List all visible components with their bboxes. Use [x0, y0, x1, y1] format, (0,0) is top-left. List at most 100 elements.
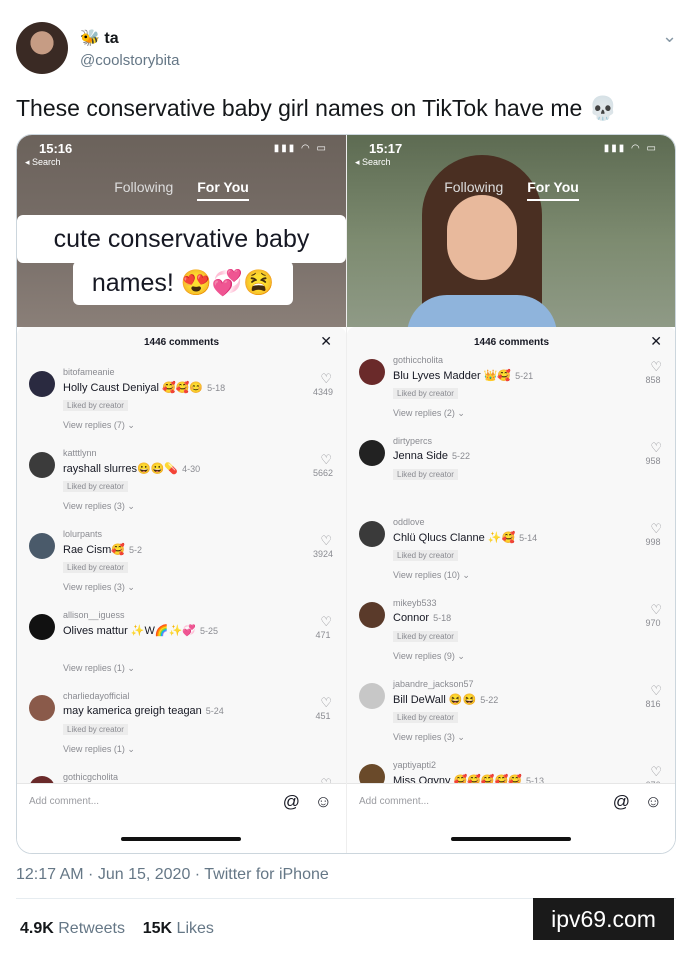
- comment-username[interactable]: jabandre_jackson57: [393, 679, 474, 689]
- watermark: ipv69.com: [533, 898, 674, 940]
- comment-item: allison__iguess Olives mattur ✨W🌈✨💞 5-25 Vi…: [17, 610, 346, 694]
- comments-title: 1446 comments: [473, 337, 550, 348]
- status-time: 15:17: [369, 141, 403, 156]
- back-search-link[interactable]: ◂ Search: [355, 157, 391, 168]
- close-icon[interactable]: ✕: [650, 333, 662, 350]
- home-indicator: [451, 837, 571, 841]
- status-time: 15:16: [39, 141, 73, 156]
- close-icon[interactable]: ✕: [320, 333, 332, 350]
- mention-icon[interactable]: @: [283, 792, 300, 812]
- heart-icon[interactable]: ♡: [320, 533, 332, 549]
- comment-text: Chlü Qlucs Clanne ✨🥰 5-14: [393, 532, 538, 544]
- comment-text: rayshall slurres😀😀💊 4-30: [63, 463, 201, 475]
- feed-tabs: Following For You: [17, 179, 346, 201]
- comment-like-count: 970: [645, 618, 661, 628]
- commenter-avatar[interactable]: [29, 614, 55, 640]
- comment-username[interactable]: gothicgcholita: [63, 772, 118, 782]
- comment-text: Olives mattur ✨W🌈✨💞 5-25: [63, 625, 219, 637]
- comment-username[interactable]: oddlove: [393, 517, 425, 527]
- view-replies-link[interactable]: View replies (9) ⌄: [393, 651, 465, 662]
- comment-item: jabandre_jackson57 Bill DeWall 😆😆 5-22 Like…: [347, 679, 675, 763]
- view-replies-link[interactable]: View replies (10) ⌄: [393, 570, 470, 581]
- tab-following[interactable]: Following: [114, 179, 173, 195]
- heart-icon[interactable]: ♡: [650, 602, 662, 618]
- view-replies-link[interactable]: View replies (3) ⌄: [393, 732, 465, 743]
- likes-link[interactable]: 15K Likes: [143, 920, 214, 937]
- comment-username[interactable]: lolurpants: [63, 529, 102, 539]
- add-comment-input[interactable]: Add comment...: [359, 796, 429, 807]
- comment-username[interactable]: katttlynn: [63, 448, 97, 458]
- tab-for-you[interactable]: For You: [527, 179, 579, 201]
- user-avatar[interactable]: [16, 22, 68, 74]
- comment-like-count: 471: [315, 630, 331, 640]
- tab-for-you[interactable]: For You: [197, 179, 249, 201]
- tweet-timestamp[interactable]: 12:17 AM · Jun 15, 2020 · Twitter for iP…: [16, 866, 329, 884]
- heart-icon[interactable]: ♡: [650, 521, 662, 537]
- commenter-avatar[interactable]: [29, 371, 55, 397]
- tweet-media[interactable]: 15:16 ▮▮▮ ◠ ▭ ◂ Search Following For You…: [16, 134, 676, 854]
- comment-date: 5-18: [433, 613, 452, 623]
- liked-by-creator-badge: Liked by creator: [63, 724, 128, 735]
- display-name[interactable]: 🐝 ta: [80, 28, 119, 48]
- video-caption-line2: names! 😍💞😫: [73, 261, 293, 305]
- heart-icon[interactable]: ♡: [320, 452, 332, 468]
- comment-item: gothiccholita Blu Lyves Madder 👑🥰 5-21 Like…: [347, 355, 675, 439]
- comment-text: Holly Caust Deniyal 🥰🥰😊 5-18: [63, 382, 226, 394]
- view-replies-link[interactable]: View replies (3) ⌄: [63, 582, 135, 593]
- emoji-icon[interactable]: ☺: [645, 792, 662, 812]
- add-comment-input[interactable]: Add comment...: [29, 796, 99, 807]
- comment-date: 5-2: [128, 545, 142, 555]
- view-replies-link[interactable]: View replies (3) ⌄: [63, 501, 135, 512]
- comment-date: 4-30: [182, 464, 201, 474]
- bee-icon: 🐝: [80, 30, 100, 47]
- comment-username[interactable]: mikeyb533: [393, 598, 437, 608]
- comment-item: katttlynn rayshall slurres😀😀💊 4-30 Liked by…: [17, 448, 346, 532]
- retweets-link[interactable]: 4.9K Retweets: [20, 920, 125, 937]
- liked-by-creator-badge: Liked by creator: [63, 562, 128, 573]
- view-replies-link[interactable]: View replies (7) ⌄: [63, 420, 135, 431]
- view-replies-link[interactable]: View replies (2) ⌄: [393, 408, 465, 419]
- commenter-avatar[interactable]: [359, 683, 385, 709]
- commenter-avatar[interactable]: [359, 359, 385, 385]
- liked-by-creator-badge: Liked by creator: [393, 388, 458, 399]
- commenter-avatar[interactable]: [29, 452, 55, 478]
- view-replies-link[interactable]: View replies (1) ⌄: [63, 663, 135, 674]
- comments-sheet: 1446 comments ✕ gothiccholita Blu Lyves M…: [347, 327, 675, 853]
- back-search-link[interactable]: ◂ Search: [25, 157, 61, 168]
- heart-icon[interactable]: ♡: [650, 764, 662, 780]
- comment-username[interactable]: dirtypercs: [393, 436, 432, 446]
- heart-icon[interactable]: ♡: [650, 683, 662, 699]
- comment-username[interactable]: charliedayofficial: [63, 691, 129, 701]
- home-indicator: [121, 837, 241, 841]
- liked-by-creator-badge: Liked by creator: [393, 631, 458, 642]
- heart-icon[interactable]: ♡: [650, 359, 662, 375]
- chevron-down-icon[interactable]: ⌄: [662, 26, 677, 47]
- commenter-avatar[interactable]: [29, 533, 55, 559]
- liked-by-creator-badge: Liked by creator: [393, 550, 458, 561]
- comment-username[interactable]: bitofameanie: [63, 367, 115, 377]
- liked-by-creator-badge: Liked by creator: [393, 469, 458, 480]
- add-comment-bar: Add comment... @ ☺: [17, 783, 346, 853]
- comment-like-count: 816: [645, 699, 661, 709]
- emoji-icon[interactable]: ☺: [315, 792, 332, 812]
- comment-username[interactable]: yaptiyapti2: [393, 760, 436, 770]
- heart-icon[interactable]: ♡: [320, 695, 332, 711]
- heart-icon[interactable]: ♡: [320, 614, 332, 630]
- commenter-avatar[interactable]: [29, 695, 55, 721]
- comment-username[interactable]: allison__iguess: [63, 610, 125, 620]
- video-background: 15:17 ▮▮▮ ◠ ▭ ◂ Search Following For You: [347, 135, 675, 335]
- commenter-avatar[interactable]: [359, 440, 385, 466]
- heart-icon[interactable]: ♡: [650, 440, 662, 456]
- commenter-avatar[interactable]: [359, 521, 385, 547]
- view-replies-link[interactable]: View replies (1) ⌄: [63, 744, 135, 755]
- commenter-avatar[interactable]: [359, 602, 385, 628]
- comment-username[interactable]: gothiccholita: [393, 355, 443, 365]
- tiktok-screenshot-right: 15:17 ▮▮▮ ◠ ▭ ◂ Search Following For You…: [347, 135, 675, 853]
- heart-icon[interactable]: ♡: [320, 371, 332, 387]
- tab-following[interactable]: Following: [444, 179, 503, 195]
- mention-icon[interactable]: @: [613, 792, 630, 812]
- comment-text: Rae Cism🥰 5-2: [63, 544, 142, 556]
- comment-text: Bill DeWall 😆😆 5-22: [393, 694, 499, 706]
- user-handle[interactable]: @coolstorybita: [80, 52, 179, 69]
- status-icons: ▮▮▮ ◠ ▭: [273, 143, 328, 154]
